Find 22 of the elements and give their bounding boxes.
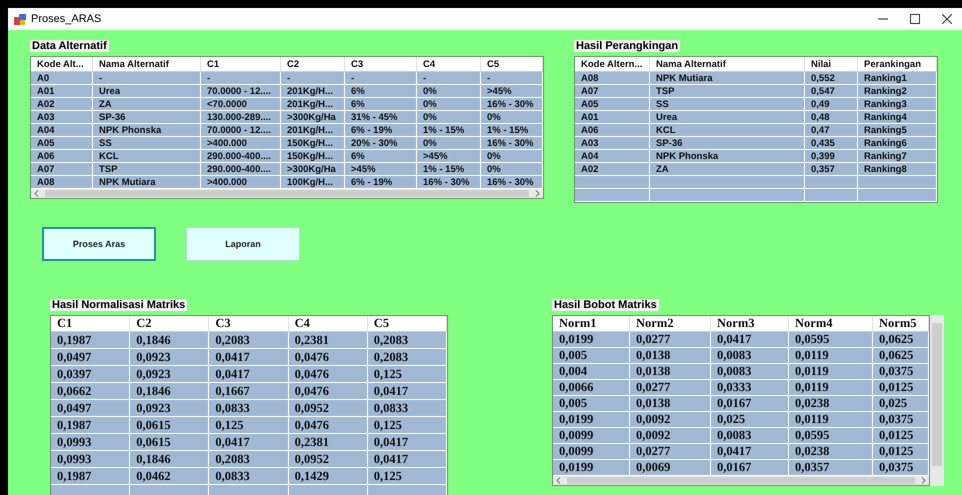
horizontal-scrollbar[interactable] [553, 476, 929, 485]
close-icon[interactable] [942, 14, 952, 24]
maximize-icon[interactable] [910, 14, 920, 24]
data-grid[interactable] [50, 315, 448, 495]
action-button[interactable]: Laporan [186, 227, 300, 261]
app-icon [14, 14, 26, 24]
data-grid[interactable] [552, 315, 930, 486]
window-title: Proses_ARAS [31, 13, 102, 25]
group-title: Data Alternatif [30, 40, 109, 52]
horizontal-scrollbar[interactable] [31, 189, 543, 198]
group-title: Hasil Perangkingan [574, 40, 680, 52]
group-title: Hasil Normalisasi Matriks [50, 299, 188, 311]
scroll-right-icon[interactable] [921, 477, 926, 484]
data-grid[interactable] [574, 56, 938, 203]
data-grid[interactable] [30, 56, 544, 199]
vertical-scrollbar[interactable] [930, 315, 944, 486]
scroll-left-icon[interactable] [34, 190, 39, 197]
group-title: Hasil Bobot Matriks [552, 299, 659, 311]
scroll-right-icon[interactable] [535, 190, 540, 197]
minimize-icon[interactable] [878, 18, 888, 20]
scroll-left-icon[interactable] [556, 477, 561, 484]
action-button[interactable]: Proses Aras [42, 227, 156, 261]
